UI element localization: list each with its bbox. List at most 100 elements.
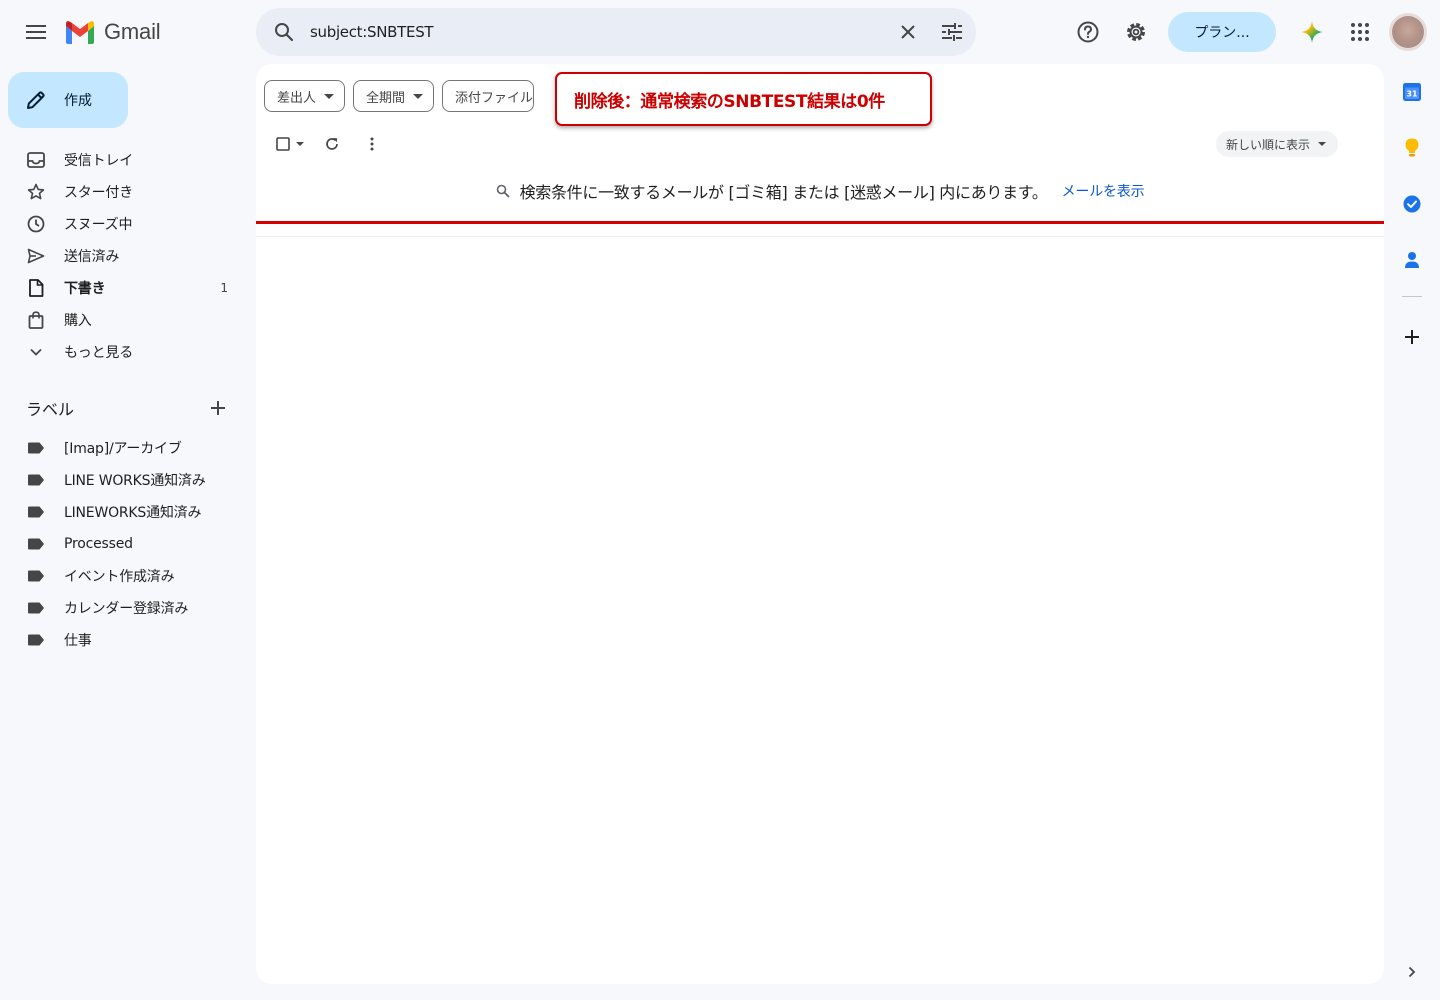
show-messages-link[interactable]: メールを表示 (1062, 181, 1145, 201)
search-options-button[interactable] (932, 12, 972, 52)
select-all-checkbox[interactable] (268, 128, 312, 160)
label-name: [Imap]/アーカイブ (64, 441, 182, 457)
filter-attachment-chip[interactable]: 添付ファイル (442, 80, 535, 112)
nav-item-label: 下書き (64, 281, 106, 297)
label-name: LINEWORKS通知済み (64, 505, 202, 521)
annotation-underline (256, 221, 1384, 224)
nav-item-drafts[interactable]: 下書き 1 (0, 272, 248, 304)
add-icon (211, 401, 225, 415)
nav-item-more[interactable]: もっと見る (0, 336, 248, 368)
checkbox-icon (276, 137, 290, 151)
help-icon (1077, 21, 1099, 43)
label-item-event-created[interactable]: イベント作成済み (0, 560, 248, 592)
chevron-right-icon (1408, 966, 1416, 978)
label-name: LINE WORKS通知済み (64, 473, 206, 489)
account-avatar[interactable] (1392, 16, 1424, 48)
support-button[interactable] (1068, 12, 1108, 52)
keep-app-button[interactable] (1392, 128, 1432, 168)
search-input[interactable] (304, 12, 888, 52)
label-item-work[interactable]: 仕事 (0, 624, 248, 656)
label-item-line-works-notified[interactable]: LINE WORKS通知済み (0, 464, 248, 496)
label-list: [Imap]/アーカイブ LINE WORKS通知済み LINEWORKS通知済… (0, 432, 248, 656)
nav-item-starred[interactable]: スター付き (0, 176, 248, 208)
compose-label: 作成 (64, 93, 92, 109)
mail-toolbar (268, 128, 392, 160)
nav-item-label: 購入 (64, 313, 92, 329)
send-icon (26, 246, 46, 266)
calendar-day-number: 31 (1406, 90, 1418, 99)
nav-item-label: 送信済み (64, 249, 120, 265)
google-apps-button[interactable] (1340, 12, 1380, 52)
pencil-icon (26, 90, 46, 110)
notice-text: 検索条件に一致するメールが [ゴミ箱] または [迷惑メール] 内にあります。 (519, 183, 1048, 202)
chip-label: 差出人 (277, 90, 317, 106)
calendar-app-button[interactable]: 31 (1392, 72, 1432, 112)
tasks-app-button[interactable] (1392, 184, 1432, 224)
label-tag-icon (26, 598, 46, 618)
caret-down-icon (1318, 142, 1326, 146)
plan-upgrade-button[interactable]: プラン... (1168, 12, 1276, 52)
clock-icon (26, 214, 46, 234)
gmail-wordmark: Gmail (104, 19, 161, 44)
caret-down-icon (296, 142, 304, 146)
main-menu-button[interactable] (16, 12, 56, 52)
settings-button[interactable] (1116, 12, 1156, 52)
side-panel: 31 (1392, 72, 1432, 373)
caret-down-icon (324, 93, 335, 99)
label-name: 仕事 (64, 633, 92, 649)
filter-sender-chip[interactable]: 差出人 (264, 80, 346, 112)
label-name: カレンダー登録済み (64, 601, 189, 617)
star-icon (26, 182, 46, 202)
label-item-calendar-registered[interactable]: カレンダー登録済み (0, 592, 248, 624)
sort-label: 新しい順に表示 (1225, 137, 1310, 152)
nav-item-inbox[interactable]: 受信トレイ (0, 144, 248, 176)
refresh-button[interactable] (312, 128, 352, 160)
label-tag-icon (26, 470, 46, 490)
side-panel-divider (1402, 296, 1422, 297)
gmail-logo[interactable]: Gmail (64, 16, 161, 48)
compose-button[interactable]: 作成 (8, 72, 128, 128)
gear-icon (1125, 21, 1147, 43)
clear-search-button[interactable] (888, 12, 928, 52)
chip-label: 全期間 (366, 90, 406, 106)
gemini-sparkle-icon (1301, 21, 1323, 43)
label-item-processed[interactable]: Processed (0, 528, 248, 560)
more-vert-icon (370, 137, 374, 151)
sort-order-button[interactable]: 新しい順に表示 (1215, 131, 1338, 157)
trash-spam-notice: 検索条件に一致するメールが [ゴミ箱] または [迷惑メール] 内にあります。 … (256, 176, 1384, 206)
search-button[interactable] (264, 12, 304, 52)
add-icon (1405, 330, 1419, 344)
keep-icon (1404, 138, 1420, 158)
inbox-icon (26, 150, 46, 170)
filter-period-chip[interactable]: 全期間 (353, 80, 435, 112)
main-panel: 差出人 全期間 添付ファイル 削除後：通常検索のSNBTEST結果は0件 新しい… (256, 64, 1384, 984)
label-item-lineworks-notified[interactable]: LINEWORKS通知済み (0, 496, 248, 528)
labels-header: ラベル (0, 392, 248, 424)
contacts-app-button[interactable] (1392, 240, 1432, 280)
label-tag-icon (26, 566, 46, 586)
gmail-m-icon (64, 20, 96, 44)
nav-item-snoozed[interactable]: スヌーズ中 (0, 208, 248, 240)
nav-item-label: スター付き (64, 185, 133, 201)
nav-item-sent[interactable]: 送信済み (0, 240, 248, 272)
draft-icon (26, 278, 46, 298)
label-tag-icon (26, 534, 46, 554)
tune-icon (942, 23, 962, 41)
search-filter-chips: 差出人 全期間 添付ファイル (264, 80, 535, 112)
create-label-button[interactable] (204, 394, 232, 422)
gemini-button[interactable] (1292, 12, 1332, 52)
get-addons-button[interactable] (1392, 317, 1432, 357)
label-name: Processed (64, 536, 133, 552)
search-icon (274, 22, 294, 42)
label-tag-icon (26, 502, 46, 522)
label-item-imap-archive[interactable]: [Imap]/アーカイブ (0, 432, 248, 464)
more-actions-button[interactable] (352, 128, 392, 160)
divider (256, 236, 1384, 237)
calendar-icon: 31 (1403, 83, 1421, 101)
label-tag-icon (26, 630, 46, 650)
refresh-icon (325, 137, 339, 151)
nav-item-purchases[interactable]: 購入 (0, 304, 248, 336)
contacts-icon (1404, 251, 1420, 269)
show-side-panel-button[interactable] (1396, 956, 1428, 988)
label-tag-icon (26, 438, 46, 458)
